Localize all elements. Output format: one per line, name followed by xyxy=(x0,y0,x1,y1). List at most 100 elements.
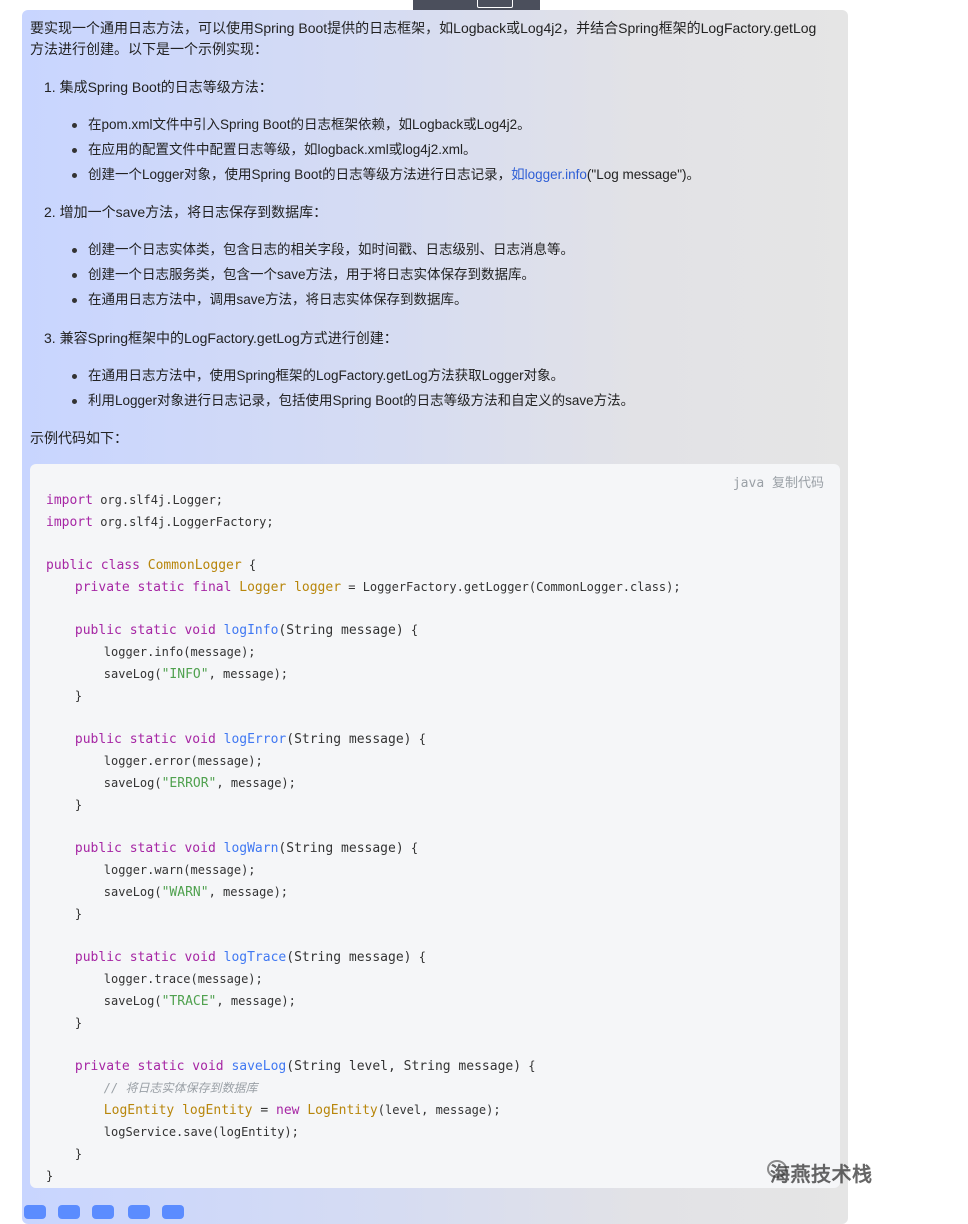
code-line: // 将日志实体保存到数据库 xyxy=(46,1079,681,1101)
code-token: = xyxy=(252,1103,276,1118)
code-token: import xyxy=(46,515,93,530)
code-token: } xyxy=(74,798,83,812)
code-token: (level, message); xyxy=(377,1103,501,1117)
bullet-icon xyxy=(72,123,77,128)
bullet-icon xyxy=(72,248,77,253)
code-line: } xyxy=(46,1014,681,1036)
code-token: , message); xyxy=(208,885,289,899)
section-1-item-2: 在应用的配置文件中配置日志等级，如logback.xml或log4j2.xml。 xyxy=(88,142,477,157)
code-token: logError xyxy=(223,732,287,747)
code-token: logTrace xyxy=(223,950,287,965)
code-intro: 示例代码如下： xyxy=(30,430,128,446)
toolbar-button[interactable] xyxy=(477,0,513,8)
code-line: private static final Logger logger = Log… xyxy=(46,578,681,600)
code-token: import xyxy=(46,493,93,508)
section-1-item-3: 创建一个Logger对象，使用Spring Boot的日志等级方法进行日志记录，… xyxy=(88,165,700,185)
section-3-item-2: 利用Logger对象进行日志记录，包括使用Spring Boot的日志等级方法和… xyxy=(88,393,635,408)
section-2-item-2: 创建一个日志服务类，包含一个save方法，用于将日志实体保存到数据库。 xyxy=(88,267,536,282)
code-token: saveLog xyxy=(231,1059,287,1074)
logger-info-link[interactable]: 如logger.info xyxy=(511,167,587,182)
code-language-label: java xyxy=(732,476,765,491)
code-token: } xyxy=(46,1169,54,1183)
section-1-heading: 1. 集成Spring Boot的日志等级方法： xyxy=(44,79,273,95)
code-line: } xyxy=(46,687,681,709)
code-line: } xyxy=(46,1167,681,1189)
thumb-up-icon[interactable] xyxy=(58,1205,80,1219)
code-lines: import org.slf4j.Logger; import org.slf4j… xyxy=(46,491,681,1189)
code-token: (String message) xyxy=(278,841,404,856)
section-3-item-1: 在通用日志方法中，使用Spring框架的LogFactory.getLog方法获… xyxy=(88,368,565,383)
code-token: Logger logger xyxy=(239,580,342,595)
bullet-icon xyxy=(72,298,77,303)
code-token: saveLog( xyxy=(103,667,162,681)
code-token: (String message) xyxy=(278,623,404,638)
code-token: CommonLogger xyxy=(147,558,242,573)
code-token: public static void xyxy=(74,950,224,965)
code-token: (String message) xyxy=(286,732,412,747)
code-line: logger.trace(message); xyxy=(46,970,681,992)
section-2-item-3: 在通用日志方法中，调用save方法，将日志实体保存到数据库。 xyxy=(88,292,468,307)
code-token: (String level, String message) xyxy=(286,1059,522,1074)
code-token: logger.info(message); xyxy=(103,645,256,659)
code-token: public static void xyxy=(74,732,224,747)
code-line: } xyxy=(46,1145,681,1167)
code-token: saveLog( xyxy=(103,885,162,899)
code-token: , message); xyxy=(216,994,296,1008)
code-token: { xyxy=(403,841,419,855)
code-header: java 复制代码 xyxy=(733,472,824,491)
code-token: = LoggerFactory.getLogger(CommonLogger.c… xyxy=(341,580,681,594)
code-block: java 复制代码 import org.slf4j.Logger; import… xyxy=(30,464,840,1188)
regenerate-icon[interactable] xyxy=(162,1205,184,1219)
copy-code-button[interactable]: 复制代码 xyxy=(772,476,824,491)
code-line: } xyxy=(46,796,681,818)
code-token: logService.save(logEntity); xyxy=(103,1125,299,1139)
code-token: } xyxy=(74,689,83,703)
code-line: } xyxy=(46,905,681,927)
share-icon[interactable] xyxy=(128,1205,150,1219)
code-token: , message); xyxy=(216,776,296,790)
code-token: public static void xyxy=(74,841,224,856)
code-token: { xyxy=(411,950,426,964)
copy-icon[interactable] xyxy=(24,1205,46,1219)
section-2-heading: 2. 增加一个save方法，将日志保存到数据库： xyxy=(44,204,328,220)
code-token: { xyxy=(411,732,426,746)
code-token: } xyxy=(74,1147,83,1161)
code-line: public class CommonLogger { xyxy=(46,556,681,578)
code-token: public class xyxy=(46,558,148,573)
code-token: { xyxy=(241,558,257,572)
code-token: { xyxy=(403,623,419,637)
section-3-heading: 3. 兼容Spring框架中的LogFactory.getLog方式进行创建： xyxy=(44,330,398,346)
thumb-down-icon[interactable] xyxy=(92,1205,114,1219)
code-line: public static void logTrace(String messa… xyxy=(46,948,681,970)
bullet-icon xyxy=(72,173,77,178)
code-line: logger.info(message); xyxy=(46,643,681,665)
code-token: "TRACE" xyxy=(161,994,217,1009)
intro-line-1: 要实现一个通用日志方法，可以使用Spring Boot提供的日志框架，如Logb… xyxy=(30,20,817,36)
code-token: LogEntity xyxy=(307,1103,378,1118)
code-token: logInfo xyxy=(223,623,279,638)
code-token: } xyxy=(74,1016,83,1030)
code-token: logger.error(message); xyxy=(103,754,263,768)
code-line: public static void logWarn(String messag… xyxy=(46,839,681,861)
code-line: LogEntity logEntity = new LogEntity(leve… xyxy=(46,1101,681,1123)
code-line: logger.warn(message); xyxy=(46,861,681,883)
